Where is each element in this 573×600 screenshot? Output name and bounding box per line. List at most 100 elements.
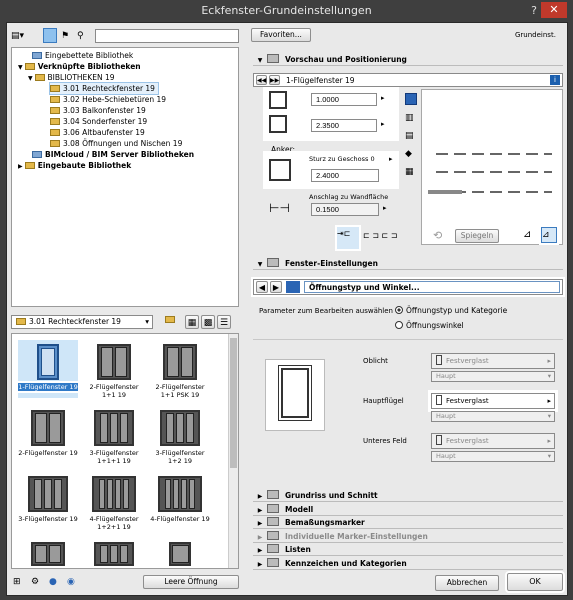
thumbnail-item[interactable]: 1-Flügelfenster 19 xyxy=(16,340,80,398)
close-button[interactable]: ✕ xyxy=(541,2,567,18)
tree-item-bimcloud[interactable]: BIMcloud / BIM Server Bibliotheken xyxy=(32,149,194,160)
thumbnail-item[interactable]: 3-Flügelfenster 1+2 19 xyxy=(150,406,210,465)
sill-arrow-icon[interactable]: ▸ xyxy=(389,155,393,163)
thumbnail-item[interactable] xyxy=(150,538,210,568)
window-thumbnail-icon xyxy=(158,476,202,512)
section-collapsed[interactable]: ▶ Kennzeichen und Kategorien xyxy=(253,557,563,570)
view-detail-icon[interactable]: ▦ xyxy=(405,165,417,177)
ok-button[interactable]: OK xyxy=(505,571,565,593)
thumbnail-label: 2-Flügelfenster 1+1 PSK 19 xyxy=(155,383,205,399)
height-input[interactable] xyxy=(311,119,377,132)
section-collapsed[interactable]: ▶ Individuelle Marker-Einstellungen xyxy=(253,530,563,543)
thumbnail-label: 3-Flügelfenster 1+2 19 xyxy=(155,449,205,465)
cancel-button[interactable]: Abbrechen xyxy=(435,575,499,591)
thumbnail-item[interactable]: 4-Flügelfenster 19 xyxy=(150,472,210,530)
anchor-options-icons[interactable]: ⊏ ⊐ ⊏ ⊐ xyxy=(363,231,423,245)
view-plan-icon[interactable] xyxy=(405,93,417,105)
thumbnail-item[interactable]: 3-Flügelfenster 19 xyxy=(18,472,78,530)
thumbnail-item[interactable] xyxy=(84,538,144,568)
view-3d-icon[interactable]: ◆ xyxy=(405,147,417,159)
library-icon xyxy=(32,52,42,59)
window-thumbnail-icon xyxy=(92,476,136,512)
section-window-settings[interactable]: ▼ Fenster-Einstellungen xyxy=(253,257,563,270)
info-icon[interactable]: i xyxy=(550,75,560,85)
view-section-icon[interactable]: ▥ xyxy=(405,111,417,123)
thumbnail-label: 1-Flügelfenster 19 xyxy=(16,381,80,393)
thumbnail-item[interactable]: 2-Flügelfenster 1+1 PSK 19 xyxy=(150,340,210,399)
mirror-left-icon[interactable]: ⊿ xyxy=(523,229,537,243)
tree-item-altbau[interactable]: 3.06 Altbaufenster 19 xyxy=(50,127,145,138)
search-icon[interactable]: ⚲ xyxy=(77,29,91,43)
favorites-filter-icon[interactable]: ⚑ xyxy=(61,29,75,43)
folder-open-icon[interactable] xyxy=(165,315,179,329)
type-dropdown[interactable]: Festverglast ▸ xyxy=(431,433,555,449)
sill-input[interactable] xyxy=(311,169,379,182)
help-button[interactable]: ? xyxy=(531,4,537,17)
favorites-button[interactable]: Favoriten... xyxy=(251,28,311,42)
mirror-right-icon[interactable]: ⊿ xyxy=(539,225,559,245)
prev-icon[interactable]: ◀◀ xyxy=(256,75,267,85)
empty-opening-button[interactable]: Leere Öffnung xyxy=(143,575,239,589)
globe-icon[interactable]: ● xyxy=(49,575,63,589)
sub-dropdown[interactable]: Haupt ▾ xyxy=(431,371,555,382)
section-collapsed[interactable]: ▶ Modell xyxy=(253,503,563,516)
view-large-icon[interactable]: ▦ xyxy=(185,315,199,329)
section-preview[interactable]: ▼ Vorschau und Positionierung xyxy=(253,53,563,66)
sub-dropdown[interactable]: Haupt ▾ xyxy=(431,451,555,462)
section-collapsed[interactable]: ▶ Bemaßungsmarker xyxy=(253,516,563,529)
prev-page-icon[interactable]: ◀ xyxy=(256,281,268,293)
expand-icon: ▶ xyxy=(257,533,263,541)
library-menu-icon[interactable]: ▤▾ xyxy=(11,29,29,43)
chevron-down-icon: ▾ xyxy=(547,412,551,420)
settings-icon[interactable]: ⚙ xyxy=(31,575,45,589)
width-input[interactable] xyxy=(311,93,377,106)
tree-item-sonder[interactable]: 3.04 Sonderfenster 19 xyxy=(50,116,147,127)
view-elevation-icon[interactable]: ▤ xyxy=(405,129,417,141)
folder-icon xyxy=(50,118,60,125)
tree-item-builtin[interactable]: ▶ Eingebaute Bibliothek xyxy=(18,160,131,171)
radio-opening-angle[interactable]: Öffnungswinkel xyxy=(395,321,464,330)
height-arrow-icon[interactable]: ▸ xyxy=(381,120,385,128)
view-grid-icon[interactable]: ▩ xyxy=(201,315,215,329)
page-dropdown[interactable]: Öffnungstyp und Winkel... xyxy=(304,281,560,293)
reveal-arrow-icon[interactable]: ▸ xyxy=(383,204,387,212)
tree-item-bibliotheken[interactable]: ▼ BIBLIOTHEKEN 19 xyxy=(28,72,114,83)
thumbnail-scrollbar[interactable] xyxy=(228,334,238,568)
view-list-icon[interactable]: ☰ xyxy=(217,315,231,329)
next-icon[interactable]: ▶▶ xyxy=(269,75,280,85)
folder-icon xyxy=(50,107,60,114)
tree-item-oeffnungen[interactable]: 3.08 Öffnungen und Nischen 19 xyxy=(50,138,182,149)
filter-icon[interactable] xyxy=(43,28,57,43)
tree-item-rechteckfenster[interactable]: 3.01 Rechteckfenster 19 xyxy=(49,82,159,95)
size-group: ▸ ▸ xyxy=(263,87,399,141)
reveal-input[interactable] xyxy=(311,203,379,216)
section-collapsed[interactable]: ▶ Listen xyxy=(253,543,563,556)
radio-type-category[interactable]: Öffnungstyp und Kategorie xyxy=(395,306,507,315)
width-arrow-icon[interactable]: ▸ xyxy=(381,94,385,102)
next-page-icon[interactable]: ▶ xyxy=(270,281,282,293)
type-dropdown[interactable]: Festverglast ▸ xyxy=(431,353,555,369)
library-tree: Eingebettete Bibliothek ▼ Verknüpfte Bib… xyxy=(11,47,239,307)
thumbnail-item[interactable]: 4-Flügelfenster 1+2+1 19 xyxy=(84,472,144,531)
folder-select[interactable]: 3.01 Rechteckfenster 19 ▾ xyxy=(11,315,153,329)
type-dropdown[interactable]: Festverglast ▸ xyxy=(428,390,558,412)
sub-dropdown[interactable]: Haupt ▾ xyxy=(431,411,555,422)
thumbnail-item[interactable] xyxy=(18,538,78,568)
tree-item-embedded[interactable]: Eingebettete Bibliothek xyxy=(32,50,133,61)
section-collapsed[interactable]: ▶ Grundriss und Schnitt xyxy=(253,489,563,502)
mirror-button[interactable]: Spiegeln xyxy=(455,229,499,243)
chevron-right-icon: ▸ xyxy=(547,437,551,445)
tree-item-balkon[interactable]: 3.03 Balkonfenster 19 xyxy=(50,105,146,116)
search-input[interactable] xyxy=(95,29,239,43)
tree-item-linked[interactable]: ▼ Verknüpfte Bibliotheken xyxy=(18,61,141,72)
add-icon[interactable]: ⊞ xyxy=(13,575,27,589)
thumbnail-item[interactable]: 2-Flügelfenster 1+1 19 xyxy=(84,340,144,399)
anchor-left-icon[interactable]: ⇥⊏ xyxy=(335,225,361,251)
page-icon xyxy=(286,281,300,293)
rotate-icon[interactable]: ⟲ xyxy=(433,229,449,245)
thumbnail-item[interactable]: 2-Flügelfenster 19 xyxy=(18,406,78,464)
network-icon[interactable]: ◉ xyxy=(67,575,81,589)
thumbnail-item[interactable]: 3-Flügelfenster 1+1+1 19 xyxy=(84,406,144,465)
window-thumbnail-icon xyxy=(163,344,197,380)
tree-item-hebe[interactable]: 3.02 Hebe-Schiebetüren 19 xyxy=(50,94,166,105)
